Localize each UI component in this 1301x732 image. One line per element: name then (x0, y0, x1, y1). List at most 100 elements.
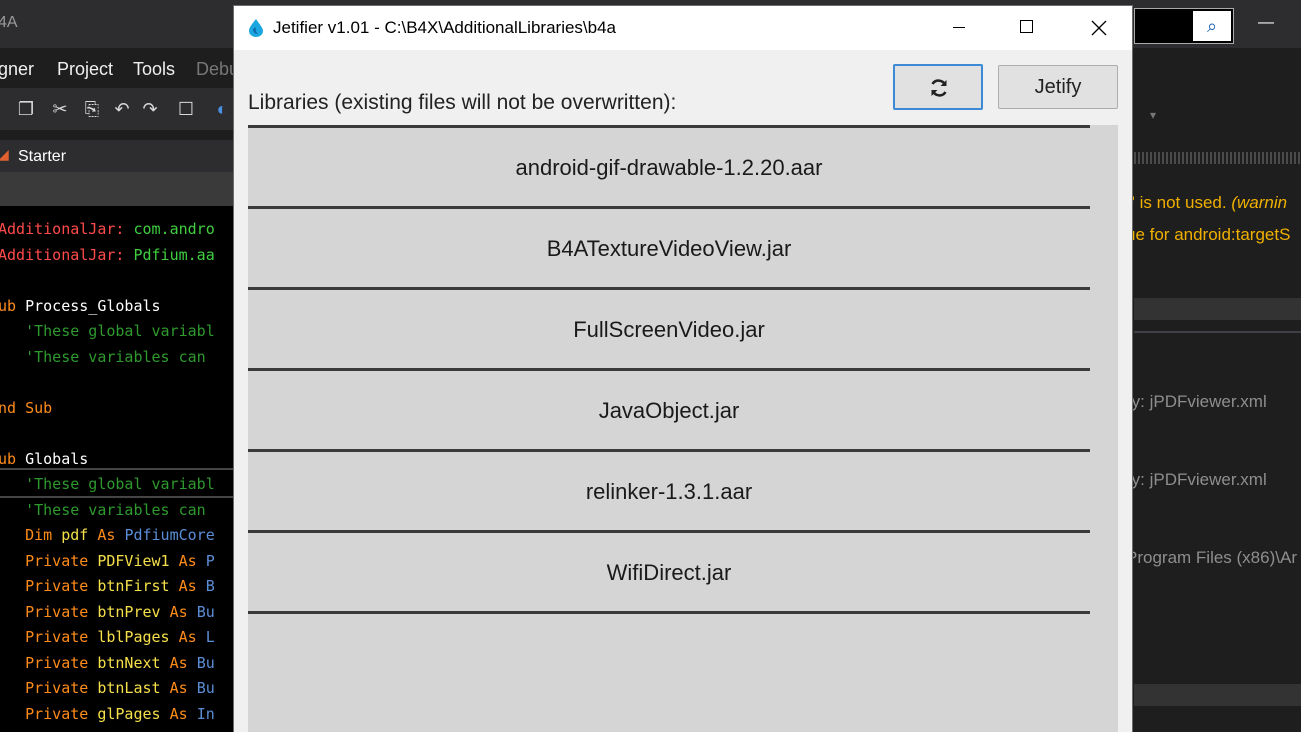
menu-project[interactable]: Project (57, 59, 113, 80)
ide-module-tab[interactable]: ◢ Starter (0, 140, 240, 172)
undo-icon[interactable]: ↶ (112, 98, 132, 120)
code-token: Bu (196, 603, 215, 621)
libraries-label: Libraries (existing files will not be ov… (248, 91, 677, 114)
code-token: ub (0, 450, 26, 468)
log-line-3: Program Files (x86)\Ar (1126, 548, 1297, 567)
chevron-down-icon[interactable]: ▾ (1150, 108, 1156, 122)
code-token: As (169, 679, 197, 697)
jetifier-logo-icon (249, 19, 263, 37)
ide-search-box[interactable]: ⌕ (1134, 8, 1234, 44)
code-token: As (97, 526, 125, 544)
code-token: btnLast (97, 679, 170, 697)
library-list-item[interactable]: FullScreenVideo.jar (248, 290, 1090, 371)
code-token: Bu (196, 679, 215, 697)
menu-designer[interactable]: gner (0, 59, 34, 80)
code-token: nd Sub (0, 399, 53, 417)
maximize-icon[interactable] (1004, 6, 1050, 50)
code-token: As (178, 628, 206, 646)
dialog-title: Jetifier v1.01 - C:\B4X\AdditionalLibrar… (273, 18, 617, 37)
refresh-button[interactable] (893, 64, 983, 110)
cut-icon[interactable]: ✂ (50, 98, 70, 120)
code-line: nd Sub (0, 399, 52, 417)
library-name: B4ATextureVideoView.jar (546, 236, 792, 261)
back-icon[interactable]: ◐ (212, 98, 232, 120)
code-token: com.andro (124, 220, 215, 238)
code-token: Private (0, 577, 98, 595)
jetify-button[interactable]: Jetify (998, 65, 1118, 109)
ide-toolbar: ❐ ✂ ⎘ ↶ ↷ ☐ ◐ (0, 88, 240, 130)
module-icon: ◢ (0, 146, 9, 162)
code-line: Private glPages As In (0, 705, 215, 723)
code-token: Private (0, 628, 98, 646)
library-list-item[interactable]: android-gif-drawable-1.2.20.aar (248, 128, 1090, 209)
library-name: android-gif-drawable-1.2.20.aar (515, 155, 823, 180)
code-line: Private lblPages As L (0, 628, 215, 646)
library-name: WifiDirect.jar (606, 560, 732, 585)
log-line-1: ry: jPDFviewer.xml (1126, 392, 1267, 411)
ide-menu-bar: gner Project Tools Debu (0, 50, 240, 86)
code-token: As (169, 654, 197, 672)
close-icon[interactable] (1076, 6, 1122, 50)
code-token: pdf (61, 526, 98, 544)
copy-icon[interactable]: ❐ (16, 98, 36, 120)
panel-scrollbar-bottom[interactable] (1134, 684, 1301, 706)
code-token: Pdfium.aa (124, 246, 215, 264)
code-token: Private (0, 603, 98, 621)
search-icon[interactable]: ⌕ (1193, 11, 1231, 41)
code-token: Private (0, 679, 98, 697)
code-token: L (205, 628, 215, 646)
paste-icon[interactable]: ⎘ (82, 98, 102, 120)
code-token: PdfiumCore (124, 526, 215, 544)
libraries-list[interactable]: android-gif-drawable-1.2.20.aar B4ATextur… (248, 125, 1118, 732)
code-line: Private btnNext As Bu (0, 654, 215, 672)
code-token: lblPages (97, 628, 179, 646)
code-token: Private (0, 705, 98, 723)
code-token: As (169, 705, 197, 723)
panel-splitter[interactable] (1134, 152, 1301, 164)
jetifier-dialog: Jetifier v1.01 - C:\B4X\AdditionalLibrar… (233, 5, 1133, 732)
list-divider (248, 611, 1090, 614)
code-line: ub Globals (0, 450, 88, 468)
minimize-icon[interactable] (936, 6, 982, 50)
code-token: B (205, 577, 215, 595)
code-token: glPages (97, 705, 170, 723)
library-list-item[interactable]: B4ATextureVideoView.jar (248, 209, 1090, 290)
code-token: Dim (0, 526, 62, 544)
code-line: 'These variables can (0, 501, 206, 519)
code-token: As (178, 552, 206, 570)
ide-tab-strip (0, 172, 240, 206)
code-token: As (169, 603, 197, 621)
code-token: PDFView1 (97, 552, 179, 570)
code-token: AdditionalJar: (0, 220, 125, 238)
ide-minimize-icon[interactable]: — (1258, 14, 1274, 32)
warning-text-2: ue for android:targetS (1126, 225, 1291, 244)
warning-text-1: r' is not used. (warnin (1126, 193, 1288, 212)
code-line: Dim pdf As PdfiumCore (0, 526, 215, 544)
code-line: AdditionalJar: Pdfium.aa (0, 246, 215, 264)
ide-right-panel (1134, 130, 1301, 732)
code-token: 'These global variabl (0, 322, 215, 340)
refresh-icon (931, 79, 947, 97)
dialog-title-bar: Jetifier v1.01 - C:\B4X\AdditionalLibrar… (234, 6, 1132, 50)
code-token: btnNext (97, 654, 170, 672)
library-list-item[interactable]: relinker-1.3.1.aar (248, 452, 1090, 533)
code-editor[interactable]: AdditionalJar: com.andro AdditionalJar: P… (0, 206, 240, 732)
log-line-2: ry: jPDFviewer.xml (1126, 470, 1267, 489)
code-line: AdditionalJar: com.andro (0, 220, 215, 238)
code-line: ub Process_Globals (0, 297, 161, 315)
code-line: Private btnPrev As Bu (0, 603, 215, 621)
code-token: As (178, 577, 206, 595)
code-line: 'These global variabl (0, 322, 215, 340)
menu-tools[interactable]: Tools (133, 59, 175, 80)
panel-scrollbar[interactable] (1134, 298, 1301, 320)
code-token: Globals (25, 450, 89, 468)
library-list-item[interactable]: JavaObject.jar (248, 371, 1090, 452)
code-token: btnFirst (97, 577, 179, 595)
ide-title: 4A (0, 14, 18, 31)
code-line: Private PDFView1 As P (0, 552, 215, 570)
library-list-item[interactable]: WifiDirect.jar (248, 533, 1090, 614)
code-token: P (205, 552, 215, 570)
redo-icon[interactable]: ↷ (140, 98, 160, 120)
panel-divider (1134, 331, 1301, 333)
bookmark-icon[interactable]: ☐ (176, 98, 196, 120)
